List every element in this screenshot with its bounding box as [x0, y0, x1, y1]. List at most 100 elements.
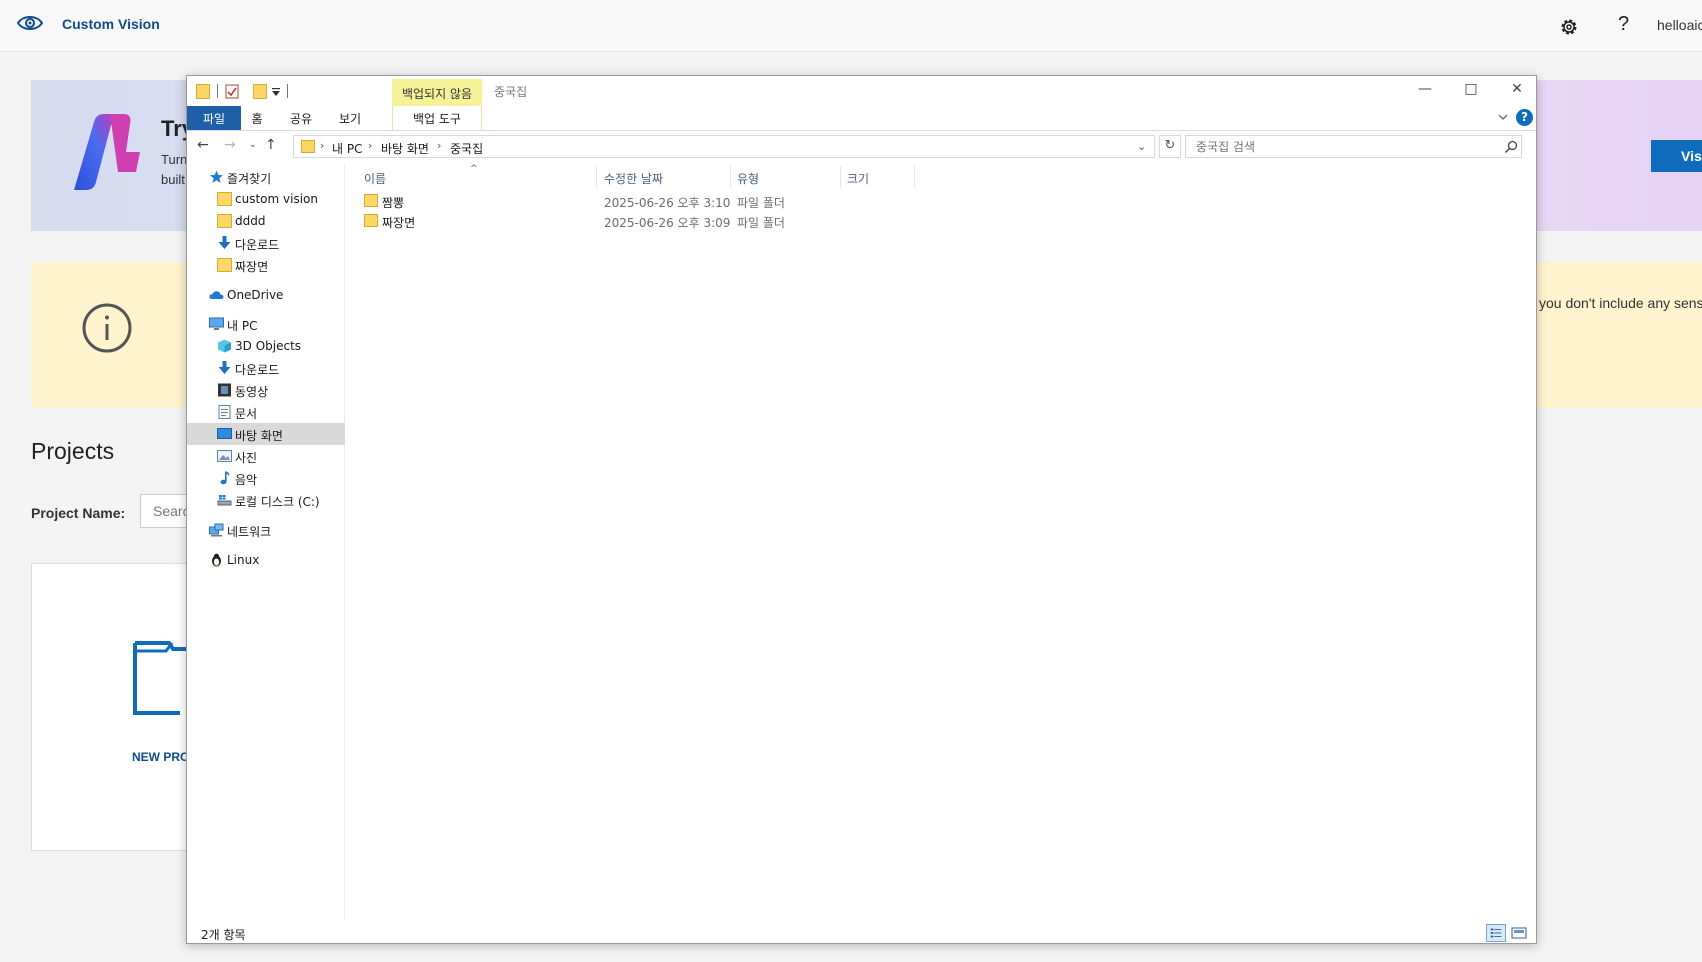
nav-item-music[interactable]: 음악	[187, 467, 345, 489]
forward-arrow-icon[interactable]: →	[224, 137, 236, 153]
file-modified: 2025-06-26 오후 3:09	[604, 216, 731, 230]
column-header-name[interactable]: 이름	[364, 170, 386, 187]
gear-icon[interactable]	[1558, 16, 1580, 38]
new-project-card[interactable]: NEW PRO	[31, 563, 222, 851]
breadcrumb-this-pc[interactable]: 내 PC	[332, 140, 362, 157]
navigation-bar: ← → ⌄ ↑ › 내 PC › 바탕 화면 › 중국집 ⌄ ↻	[187, 132, 1536, 162]
tab-backup-tools[interactable]: 백업 도구	[392, 106, 482, 130]
search-icon[interactable]	[1504, 140, 1518, 154]
file-name: 짜장면	[382, 216, 416, 230]
customize-dropdown-icon[interactable]	[271, 87, 281, 97]
new-folder-icon[interactable]	[253, 84, 267, 99]
search-input[interactable]	[1186, 136, 1486, 157]
nav-label: dddd	[235, 214, 266, 228]
breadcrumb-current-folder[interactable]: 중국집	[450, 140, 483, 157]
recent-locations-chevron-icon[interactable]: ⌄	[249, 140, 257, 150]
nav-item-local-disk[interactable]: 로컬 디스크 (C:)	[187, 489, 345, 511]
folder-icon	[364, 194, 378, 207]
chevron-down-icon[interactable]	[1497, 111, 1509, 123]
large-icons-view-icon[interactable]	[1509, 924, 1529, 942]
eye-icon[interactable]	[16, 12, 44, 34]
nav-label: 3D Objects	[235, 339, 302, 353]
tab-view[interactable]: 보기	[333, 106, 367, 130]
help-icon[interactable]: ?	[1516, 109, 1533, 126]
file-list: ^ 이름 수정한 날짜 유형 크기 짬뽕 2025-06-26 오후 3:10 …	[346, 164, 1536, 919]
tab-home[interactable]: 홈	[245, 106, 269, 130]
folder-icon	[217, 192, 232, 206]
user-name[interactable]: helloaic	[1657, 17, 1702, 33]
nav-item-desktop[interactable]: 바탕 화면	[187, 423, 345, 445]
download-arrow-icon	[218, 361, 231, 374]
nav-item-3d-objects[interactable]: 3D Objects	[187, 335, 345, 357]
divider	[217, 84, 218, 98]
info-icon	[82, 303, 132, 353]
nav-linux[interactable]: Linux	[187, 549, 345, 571]
tab-file[interactable]: 파일	[187, 106, 241, 130]
nav-item-documents[interactable]: 문서	[187, 401, 345, 423]
help-icon[interactable]: ?	[1618, 13, 1629, 36]
nav-label: 음악	[235, 473, 258, 487]
nav-item-videos[interactable]: 동영상	[187, 379, 345, 401]
column-divider[interactable]	[596, 166, 597, 188]
nav-label: 즐겨찾기	[227, 172, 272, 186]
minimize-button[interactable]: —	[1402, 76, 1448, 106]
up-arrow-icon[interactable]: ↑	[265, 137, 277, 153]
banner-text-line: Turn	[161, 152, 188, 167]
details-view-icon[interactable]	[1486, 924, 1506, 942]
column-divider[interactable]	[730, 166, 731, 188]
column-header-size[interactable]: 크기	[847, 170, 869, 187]
breadcrumb-separator-icon[interactable]: ›	[368, 139, 372, 152]
drive-icon	[217, 495, 232, 506]
column-header-type[interactable]: 유형	[737, 170, 759, 187]
address-bar[interactable]: › 내 PC › 바탕 화면 › 중국집 ⌄	[293, 135, 1155, 158]
picture-icon	[217, 450, 232, 462]
tab-share[interactable]: 공유	[284, 106, 318, 130]
search-box[interactable]	[1185, 135, 1522, 158]
status-bar: 2개 항목	[187, 921, 1536, 943]
nav-item-jjajangmyeon[interactable]: 짜장면	[187, 254, 345, 276]
nav-onedrive[interactable]: OneDrive	[187, 284, 345, 306]
app-title[interactable]: Custom Vision	[62, 16, 160, 32]
document-icon	[218, 405, 231, 419]
file-explorer-window: 백업되지 않음 중국집 — □ ✕ 파일 홈 공유 보기 백업 도구 ? ← →…	[186, 75, 1537, 944]
column-divider[interactable]	[840, 166, 841, 188]
address-dropdown-icon[interactable]: ⌄	[1137, 140, 1146, 153]
nav-item-dddd[interactable]: dddd	[187, 210, 345, 232]
list-item[interactable]: 짜장면 2025-06-26 오후 3:09 파일 폴더	[360, 211, 920, 231]
computer-icon	[209, 317, 224, 330]
nav-quick-access[interactable]: 즐겨찾기	[187, 166, 345, 188]
cube-icon	[218, 339, 231, 353]
column-header-modified[interactable]: 수정한 날짜	[604, 170, 663, 187]
refresh-icon[interactable]: ↻	[1159, 135, 1181, 158]
nav-item-downloads[interactable]: 다운로드	[187, 232, 345, 254]
nav-network[interactable]: 네트워크	[187, 519, 345, 541]
breadcrumb-separator-icon[interactable]: ›	[437, 139, 441, 152]
nav-item-downloads-pc[interactable]: 다운로드	[187, 357, 345, 379]
list-item[interactable]: 짬뽕 2025-06-26 오후 3:10 파일 폴더	[360, 191, 920, 211]
back-arrow-icon[interactable]: ←	[197, 137, 209, 153]
breadcrumb-separator-icon[interactable]: ›	[320, 139, 324, 152]
project-name-label: Project Name:	[31, 505, 126, 521]
new-project-label: NEW PRO	[132, 750, 190, 764]
nav-label: 사진	[235, 451, 258, 465]
folder-icon	[364, 214, 378, 227]
breadcrumb-desktop[interactable]: 바탕 화면	[381, 140, 429, 157]
title-bar: 백업되지 않음 중국집 — □ ✕	[187, 76, 1536, 106]
visit-button[interactable]: Visi	[1651, 140, 1702, 172]
projects-heading: Projects	[31, 438, 115, 464]
nav-item-pictures[interactable]: 사진	[187, 445, 345, 467]
info-text: you don't include any sens	[1539, 295, 1702, 311]
folder-icon	[196, 84, 210, 99]
nav-label: custom vision	[235, 192, 318, 206]
nav-label: 바탕 화면	[235, 429, 283, 443]
maximize-button[interactable]: □	[1448, 76, 1494, 106]
nav-label: 문서	[235, 407, 258, 421]
nav-label: 동영상	[235, 385, 269, 399]
column-divider[interactable]	[914, 166, 915, 188]
close-button[interactable]: ✕	[1494, 76, 1536, 106]
file-type: 파일 폴더	[737, 196, 785, 210]
properties-icon[interactable]	[225, 84, 239, 99]
nav-item-custom-vision[interactable]: custom vision	[187, 188, 345, 210]
ribbon: 파일 홈 공유 보기 백업 도구 ?	[187, 106, 1536, 131]
nav-this-pc[interactable]: 내 PC	[187, 313, 345, 335]
